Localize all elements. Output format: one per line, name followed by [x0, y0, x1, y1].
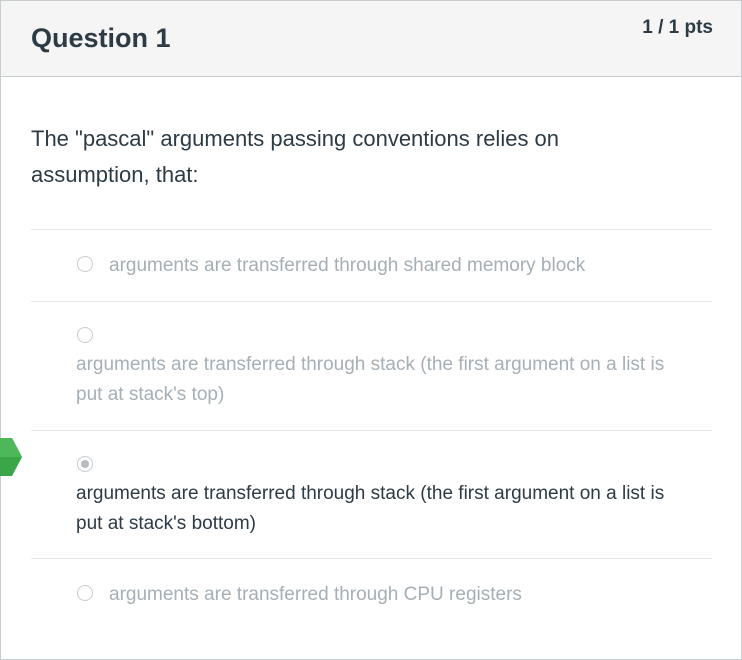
question-title: Question 1 — [31, 23, 171, 53]
answer-radio-4[interactable] — [77, 585, 93, 601]
answer-label-4: arguments are transferred through CPU re… — [109, 584, 522, 605]
answer-radio-1[interactable] — [77, 256, 93, 272]
question-text: The "pascal" arguments passing conventio… — [31, 126, 560, 187]
question-header: Question 1 1 / 1 pts — [1, 1, 741, 77]
answer-option-4[interactable]: arguments are transferred through CPU re… — [31, 558, 712, 630]
answer-list: arguments are transferred through shared… — [31, 229, 712, 630]
answer-option-2[interactable]: arguments are transferred through stack … — [31, 301, 712, 430]
answer-label-2: arguments are transferred through stack … — [76, 354, 665, 405]
answer-option-3[interactable]: arguments are transferred through stack … — [31, 430, 712, 558]
answer-option-1[interactable]: arguments are transferred through shared… — [31, 229, 712, 301]
answer-radio-3-selected[interactable] — [77, 456, 93, 472]
correct-answer-arrow-icon — [0, 438, 22, 476]
question-points: 1 / 1 pts — [642, 17, 713, 38]
quiz-question-card: Question 1 1 / 1 pts The "pascal" argume… — [0, 0, 742, 660]
answer-label-1: arguments are transferred through shared… — [109, 255, 586, 276]
answer-radio-2[interactable] — [77, 327, 93, 343]
answer-label-3: arguments are transferred through stack … — [76, 483, 665, 534]
